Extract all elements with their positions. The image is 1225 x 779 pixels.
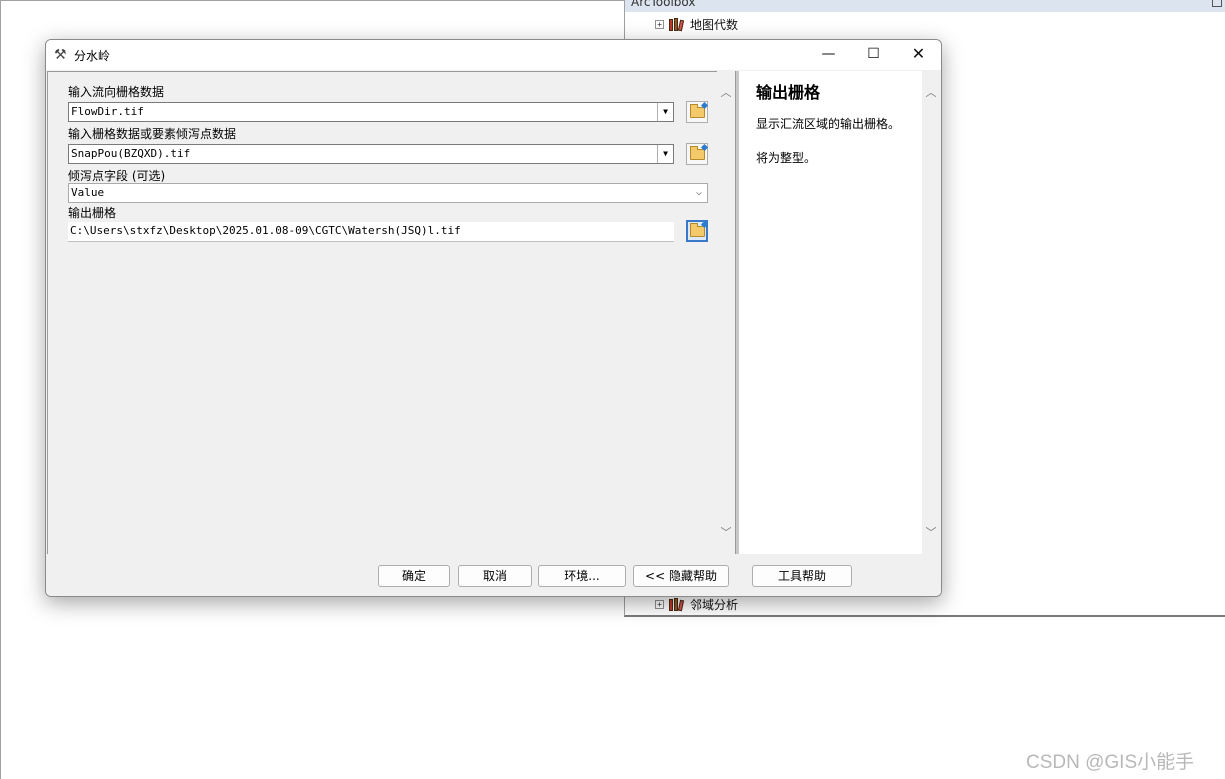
output-raster-browse-button[interactable] [686, 220, 708, 242]
pour-point-input[interactable]: SnapPou(BZQXD).tif ▼ [68, 144, 674, 164]
close-button[interactable]: ✕ [896, 40, 941, 70]
flow-direction-browse-button[interactable] [686, 101, 708, 123]
toolset-icon [668, 597, 685, 612]
open-folder-icon [689, 103, 705, 118]
scroll-up-icon[interactable]: ︿ [925, 87, 937, 99]
help-text-line1: 显示汇流区域的输出栅格。 [756, 117, 901, 131]
arctoolbox-title: ArcToolbox [631, 0, 696, 9]
toolbox-item-neighborhood[interactable]: + 邻域分析 [655, 595, 738, 613]
minimize-button[interactable]: — [806, 40, 851, 70]
dialog-titlebar[interactable]: ⚒ 分水岭 — ☐ ✕ [46, 40, 941, 70]
pour-field-select[interactable]: Value ⌵ [68, 183, 708, 203]
scroll-down-icon[interactable]: ﹀ [720, 527, 732, 539]
expand-icon[interactable]: + [655, 599, 664, 609]
expand-icon[interactable]: + [655, 19, 664, 29]
toolbox-item-map-algebra[interactable]: + 地图代数 [655, 15, 738, 33]
help-scrollbar[interactable]: ︿ ﹀ [922, 71, 941, 554]
help-text-line2: 将为整型。 [756, 151, 817, 165]
help-title: 输出栅格 [756, 83, 821, 102]
parameters-pane: 输入流向栅格数据 FlowDir.tif ▼ 输入栅格数据或要素倾泻点数据 Sn… [47, 71, 717, 554]
open-folder-icon [689, 222, 705, 237]
scroll-up-icon[interactable]: ︿ [720, 87, 732, 99]
output-raster-input[interactable]: C:\Users\stxfz\Desktop\2025.01.08-09\CGT… [68, 222, 674, 242]
pour-point-label: 输入栅格数据或要素倾泻点数据 [68, 127, 237, 141]
arctoolbox-titlebar: ArcToolbox [625, 0, 1225, 12]
hide-help-button[interactable]: << 隐藏帮助 [633, 565, 729, 587]
pour-point-browse-button[interactable] [686, 143, 708, 165]
parameters-scrollbar[interactable]: ︿ ﹀ [717, 71, 735, 554]
pour-field-label: 倾泻点字段 (可选) [68, 169, 166, 183]
hammer-icon: ⚒ [54, 47, 67, 63]
ok-button[interactable]: 确定 [378, 565, 450, 587]
toolbox-item-label: 地图代数 [690, 17, 739, 32]
watershed-dialog: ⚒ 分水岭 — ☐ ✕ 输入流向栅格数据 FlowDir.tif ▼ 输入栅格数… [45, 39, 942, 597]
toolbox-item-label: 邻域分析 [690, 597, 739, 612]
pour-field-value: Value [71, 186, 105, 199]
output-raster-label: 输出栅格 [68, 206, 117, 220]
help-pane: 输出栅格 显示汇流区域的输出栅格。 将为整型。 [739, 71, 922, 554]
restore-icon[interactable] [1212, 0, 1222, 7]
flow-direction-input[interactable]: FlowDir.tif ▼ [68, 102, 674, 122]
dropdown-arrow-icon[interactable]: ▼ [657, 103, 673, 121]
chevron-down-icon[interactable]: ⌵ [691, 184, 707, 202]
output-raster-value: C:\Users\stxfz\Desktop\2025.01.08-09\CGT… [70, 224, 461, 237]
dropdown-arrow-icon[interactable]: ▼ [657, 145, 673, 163]
scroll-down-icon[interactable]: ﹀ [925, 527, 937, 539]
cancel-button[interactable]: 取消 [458, 565, 532, 587]
tool-help-button[interactable]: 工具帮助 [752, 565, 852, 587]
open-folder-icon [689, 145, 705, 160]
toolset-icon [668, 17, 685, 32]
pour-point-value: SnapPou(BZQXD).tif [71, 147, 191, 160]
maximize-button[interactable]: ☐ [851, 40, 896, 70]
flow-direction-label: 输入流向栅格数据 [68, 85, 165, 99]
environments-button[interactable]: 环境... [538, 565, 626, 587]
dialog-button-bar: 确定 取消 环境... << 隐藏帮助 工具帮助 [46, 554, 941, 596]
watermark-text: CSDN @GIS小能手 [1026, 752, 1195, 773]
flow-direction-value: FlowDir.tif [71, 105, 144, 118]
dialog-title: 分水岭 [74, 49, 111, 63]
